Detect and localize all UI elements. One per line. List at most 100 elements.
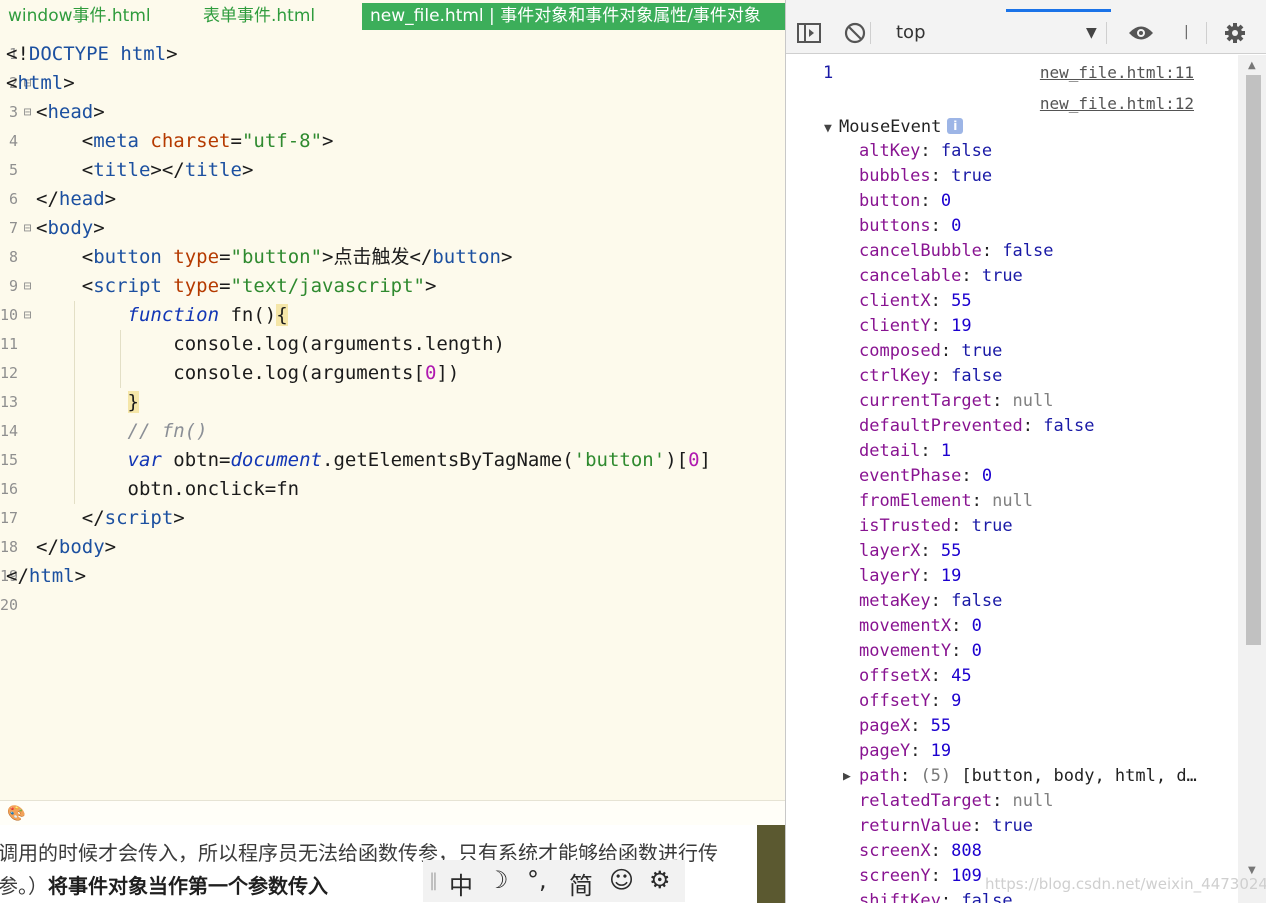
code-line[interactable]: 3 ⊟ <head> <box>0 98 785 127</box>
chevron-down-icon[interactable]: ▼ <box>1086 21 1097 45</box>
code-line[interactable]: 6 </head> <box>0 185 785 214</box>
toolbar-divider <box>1106 22 1107 44</box>
object-property: eventPhase: 0 <box>859 464 992 489</box>
console-message: new_file.html:12 <box>786 86 1238 116</box>
property-value: 55 <box>930 716 952 736</box>
code-line[interactable]: 8 <button type="button">点击触发</button> <box>0 243 785 272</box>
code-line[interactable]: 11 console.log(arguments.length) <box>0 330 785 359</box>
code-line[interactable]: 16 obtn.onclick=fn <box>0 475 785 504</box>
object-property: movementX: 0 <box>859 614 982 639</box>
eye-icon[interactable] <box>1128 20 1154 46</box>
console-scrollbar[interactable]: ▲ ▼ <box>1238 55 1266 903</box>
ime-language-toggle[interactable]: 中 <box>449 866 473 901</box>
code-line[interactable]: 19 </html> <box>0 562 785 591</box>
code-token: > <box>74 565 87 587</box>
caret-down-icon[interactable]: ▼ <box>824 121 839 136</box>
toolbar-divider <box>1206 22 1207 44</box>
code-line[interactable]: 13 } <box>0 388 785 417</box>
filter-input[interactable]: | <box>1184 24 1189 42</box>
code-line[interactable]: 17 </script> <box>0 504 785 533</box>
property-separator: : <box>961 466 982 486</box>
code-line[interactable]: 20 <box>0 591 785 620</box>
code-line[interactable]: 10 ⊟ function fn(){ <box>0 301 785 330</box>
object-property[interactable]: ▶ path: (5) [button, body, html, d… <box>843 764 1197 789</box>
property-value: 0 <box>971 616 982 636</box>
caret-right-icon[interactable]: ▶ <box>843 764 851 789</box>
property-key: button <box>859 191 921 211</box>
smile-icon[interactable]: ☺ <box>609 866 634 894</box>
moon-icon[interactable]: ☽ <box>487 866 509 894</box>
code-line[interactable]: 7 ⊟ <body> <box>0 214 785 243</box>
tab-window-events[interactable]: window事件.html <box>0 3 159 30</box>
property-separator: : <box>930 591 952 611</box>
property-value: true <box>961 341 1003 361</box>
clear-console-icon[interactable] <box>842 20 868 46</box>
source-link[interactable]: new_file.html:11 <box>1040 63 1194 82</box>
code-area[interactable]: 1 <!DOCTYPE html> 2 ⊟ <html> 3 ⊟ <head> 4 <meta … <box>0 40 785 800</box>
sidebar-toggle-icon[interactable] <box>796 20 822 46</box>
code-line[interactable]: 4 <meta charset="utf-8"> <box>0 127 785 156</box>
object-header[interactable]: ▼ MouseEvent i <box>824 117 964 137</box>
ime-punctuation-toggle[interactable]: °, <box>527 866 547 894</box>
line-number: 20 <box>0 596 18 614</box>
property-key: returnValue <box>859 816 972 836</box>
line-number: 3 <box>8 103 18 121</box>
gear-icon[interactable]: ⚙ <box>649 866 671 894</box>
code-line[interactable]: 9 ⊟ <script type="text/javascript"> <box>0 272 785 301</box>
code-token: function <box>127 304 220 326</box>
code-token: // fn() <box>36 420 208 442</box>
line-number: 11 <box>0 335 18 353</box>
line-number: 7 <box>8 219 18 237</box>
property-value: 9 <box>951 691 962 711</box>
code-line[interactable]: 5 <title></title> <box>0 156 785 185</box>
source-link[interactable]: new_file.html:12 <box>1040 94 1194 113</box>
object-property: offsetY: 9 <box>859 689 961 714</box>
code-token: meta <box>93 130 139 152</box>
code-token: </ <box>36 536 59 558</box>
property-key: cancelBubble <box>859 241 982 261</box>
code-line[interactable]: 18 </body> <box>0 533 785 562</box>
fold-toggle-icon[interactable]: ⊟ <box>22 214 33 243</box>
palette-icon[interactable]: 🎨 <box>7 804 26 822</box>
property-separator: : <box>920 141 941 161</box>
code-editor[interactable]: window事件.html 表单事件.html new_file.html | … <box>0 0 785 825</box>
ime-drag-handle[interactable]: ‖ <box>429 870 438 891</box>
property-value: 1 <box>940 441 952 461</box>
code-token: script <box>93 275 162 297</box>
property-value: 0 <box>940 191 952 211</box>
code-line[interactable]: 12 console.log(arguments[0]) <box>0 359 785 388</box>
code-line[interactable]: 15 var obtn=document.getElementsByTagNam… <box>0 446 785 475</box>
devtools-tab-strip <box>786 0 1266 12</box>
scrollbar-thumb[interactable] <box>1246 75 1261 645</box>
console-output[interactable]: 1 new_file.html:11 new_file.html:12 ▼ Mou… <box>786 55 1238 903</box>
scroll-up-arrow-icon[interactable]: ▲ <box>1248 60 1256 71</box>
tab-new-file[interactable]: new_file.html | 事件对象和事件对象属性/事件对象 <box>362 3 785 30</box>
tab-form-events[interactable]: 表单事件.html <box>195 3 323 30</box>
code-line[interactable]: 14 // fn() <box>0 417 785 446</box>
context-selector[interactable]: top <box>896 21 1101 45</box>
fold-toggle-icon[interactable]: ⊟ <box>22 98 33 127</box>
fold-toggle-icon[interactable]: ⊟ <box>22 272 33 301</box>
object-property: fromElement: null <box>859 489 1033 514</box>
property-key: clientY <box>859 316 931 336</box>
code-token: body <box>58 536 105 558</box>
property-key: cancelable <box>859 266 962 286</box>
property-key: buttons <box>859 216 931 236</box>
code-token: } <box>127 391 139 413</box>
code-token: head <box>47 101 94 123</box>
property-separator: : <box>930 691 952 711</box>
fold-toggle-icon[interactable]: ⊟ <box>22 301 33 330</box>
ime-simplified-toggle[interactable]: 简 <box>569 866 593 901</box>
code-token: ]) <box>436 362 460 384</box>
code-line[interactable]: 1 <!DOCTYPE html> <box>0 40 785 69</box>
code-token: > <box>63 72 75 94</box>
info-icon[interactable]: i <box>947 118 964 134</box>
line-number: 13 <box>0 393 18 411</box>
settings-gear-icon[interactable] <box>1222 20 1248 46</box>
property-separator: : <box>930 866 952 886</box>
object-property: altKey: false <box>859 139 992 164</box>
code-line[interactable]: 2 ⊟ <html> <box>0 69 785 98</box>
console-toolbar: top ▼ | <box>786 12 1266 54</box>
